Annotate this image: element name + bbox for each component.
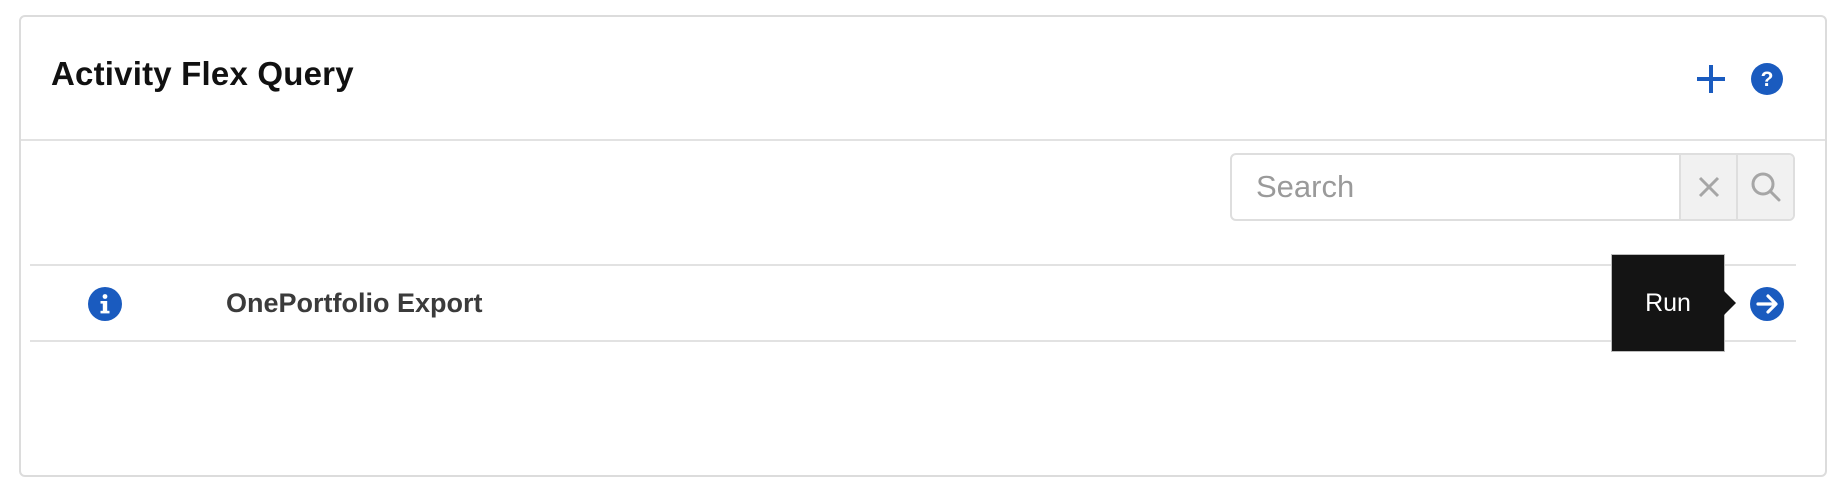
tooltip-arrow	[1724, 291, 1736, 315]
close-icon	[1698, 176, 1719, 198]
search-input[interactable]	[1232, 155, 1679, 219]
run-tooltip: Run	[1611, 254, 1725, 352]
activity-flex-query-panel: Activity Flex Query ?	[19, 15, 1827, 477]
query-list: OnePortfolio Export Run	[30, 254, 1796, 352]
question-circle-icon: ?	[1751, 63, 1783, 95]
info-circle-icon	[88, 287, 122, 321]
search-icon	[1751, 172, 1780, 202]
clear-search-button[interactable]	[1679, 155, 1736, 219]
panel-title: Activity Flex Query	[51, 55, 354, 92]
search-bar	[1230, 153, 1795, 221]
run-query-button[interactable]	[1748, 285, 1786, 323]
query-name[interactable]: OnePortfolio Export	[226, 288, 483, 319]
arrow-right-circle-icon	[1750, 287, 1784, 321]
svg-text:?: ?	[1761, 68, 1774, 91]
add-query-button[interactable]	[1691, 59, 1731, 99]
panel-header: Activity Flex Query ?	[21, 17, 1825, 141]
search-button[interactable]	[1736, 155, 1793, 219]
tooltip-text: Run	[1645, 288, 1691, 317]
query-info-button[interactable]	[86, 285, 124, 323]
plus-icon	[1697, 65, 1725, 93]
help-button[interactable]: ?	[1747, 59, 1787, 99]
